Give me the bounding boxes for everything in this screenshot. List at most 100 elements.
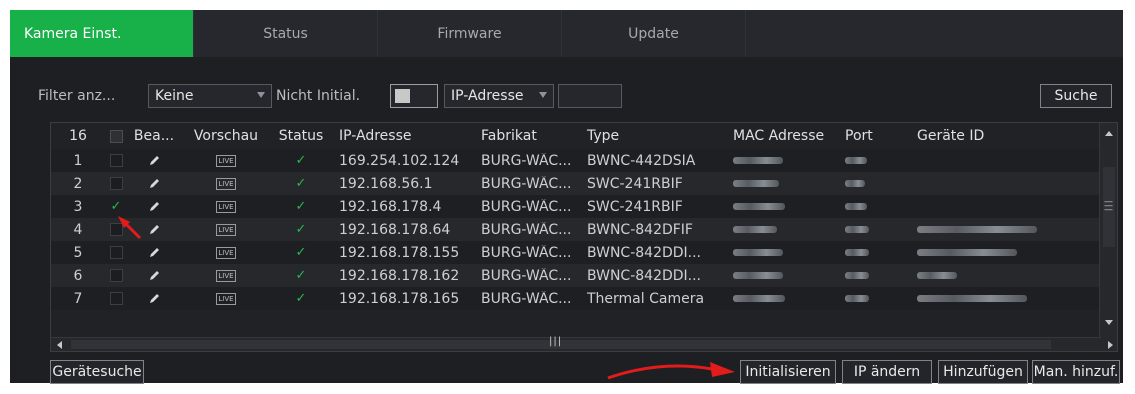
edit-cell [127,246,181,259]
tab-firmware[interactable]: Firmware [378,10,562,57]
table-row[interactable]: 4 LIVE ✓ 192.168.178.64 BURG-WÄC... BWNC… [51,218,1117,241]
type-cell: BWNC-842DFIF [587,221,693,238]
scroll-up-icon[interactable] [1105,131,1113,136]
col-type[interactable]: Type [583,128,729,144]
change-ip-button[interactable]: IP ändern [842,360,932,384]
redacted-port [845,226,869,233]
status-cell: ✓ [271,154,331,167]
row-number: 7 [73,290,83,307]
edit-icon[interactable] [148,200,161,213]
filter-select[interactable]: Keine [148,84,272,108]
live-preview-icon[interactable]: LIVE [216,154,236,167]
table-row[interactable]: 7 LIVE ✓ 192.168.178.165 BURG-WÄC... The… [51,287,1117,310]
row-number: 2 [73,175,83,192]
ip-address-cell: 192.168.178.155 [339,244,460,261]
tab-update[interactable]: Update [562,10,746,57]
table-row[interactable]: 1 LIVE ✓ 169.254.102.124 BURG-WÄC... BWN… [51,149,1117,172]
col-manufacturer[interactable]: Fabrikat [477,128,583,144]
live-preview-icon[interactable]: LIVE [216,200,236,213]
col-status[interactable]: Status [271,128,331,144]
live-preview-icon[interactable]: LIVE [216,177,236,190]
mac-address-cell [729,153,841,169]
initialize-button[interactable]: Initialisieren [740,360,836,384]
manual-add-button[interactable]: Man. hinzuf. [1032,360,1120,384]
ip-address-select-value: IP-Adresse [451,88,524,104]
col-preview[interactable]: Vorschau [181,128,271,144]
manufacturer-cell: BURG-WÄC... [481,290,572,307]
tab-camera-settings[interactable]: Kamera Einst. [10,10,194,57]
device-id-cell [913,245,1091,261]
live-preview-icon[interactable]: LIVE [216,292,236,305]
col-edit[interactable]: Bea... [127,128,181,144]
status-cell: ✓ [271,223,331,236]
vertical-scrollbar[interactable]: — — — [1099,123,1117,351]
redacted-device-id [917,295,1027,302]
preview-cell: LIVE [181,154,271,167]
live-preview-icon[interactable]: LIVE [216,269,236,282]
filter-select-value: Keine [155,88,194,104]
filter-label: Filter anz... [38,88,116,104]
port-cell [841,153,913,169]
status-ok-icon: ✓ [295,154,307,167]
col-ip-address[interactable]: IP-Adresse [331,128,477,144]
ip-address-select[interactable]: IP-Adresse [444,84,554,108]
edit-icon[interactable] [148,223,161,236]
table-row[interactable]: 2 LIVE ✓ 192.168.56.1 BURG-WÄC... SWC-24… [51,172,1117,195]
table-row[interactable]: 6 LIVE ✓ 192.168.178.162 BURG-WÄC... BWN… [51,264,1117,287]
mac-address-cell [729,199,841,215]
row-checkbox-cell [105,177,127,190]
horizontal-scrollbar[interactable]: ||| [51,336,1113,351]
row-number: 1 [73,152,83,169]
row-number: 4 [73,221,83,238]
add-button[interactable]: Hinzufügen [938,360,1028,384]
col-port[interactable]: Port [841,128,913,144]
not-initialized-toggle[interactable] [390,84,438,108]
table-row[interactable]: 3 ✓ LIVE ✓ 192.168.178.4 BURG-WÄC... SWC… [51,195,1117,218]
edit-icon[interactable] [148,154,161,167]
manufacturer-cell: BURG-WÄC... [481,267,572,284]
mac-address-cell [729,176,841,192]
live-preview-icon[interactable]: LIVE [216,223,236,236]
type-cell: BWNC-842DDI... [587,244,702,261]
redacted-port [845,157,867,164]
type-cell: SWC-241RBIF [587,175,683,192]
edit-icon[interactable] [148,246,161,259]
row-checkbox-cell [105,154,127,167]
row-number: 6 [73,267,83,284]
port-cell [841,245,913,261]
tab-status[interactable]: Status [194,10,378,57]
scroll-left-icon[interactable] [57,341,62,349]
live-preview-icon[interactable]: LIVE [216,246,236,259]
table-row[interactable]: 5 LIVE ✓ 192.168.178.155 BURG-WÄC... BWN… [51,241,1117,264]
grip-icon: — — — [1104,197,1113,215]
search-input[interactable] [558,84,622,108]
row-checkbox-checked[interactable]: ✓ [111,200,122,213]
scroll-right-icon[interactable] [1108,341,1113,349]
redacted-mac [733,272,783,279]
edit-icon[interactable] [148,177,161,190]
select-all-checkbox[interactable] [109,129,123,143]
redacted-mac [733,249,783,256]
row-checkbox[interactable] [109,292,123,305]
row-checkbox[interactable] [109,177,123,190]
edit-icon[interactable] [148,292,161,305]
manufacturer-cell: BURG-WÄC... [481,221,572,238]
edit-cell [127,223,181,236]
scroll-down-icon[interactable] [1105,320,1113,325]
chevron-down-icon [539,92,547,98]
row-checkbox[interactable] [109,269,123,282]
edit-cell [127,292,181,305]
row-checkbox[interactable] [109,246,123,259]
col-mac-address[interactable]: MAC Adresse [729,128,841,144]
row-checkbox[interactable] [109,223,123,236]
device-search-button[interactable]: Gerätesuche [50,360,144,384]
search-button[interactable]: Suche [1040,84,1112,108]
row-number: 3 [73,198,83,215]
port-cell [841,176,913,192]
status-ok-icon: ✓ [295,246,307,259]
col-device-id[interactable]: Geräte ID [913,128,1091,144]
row-checkbox[interactable] [109,154,123,167]
status-ok-icon: ✓ [295,200,307,213]
device-id-cell [913,222,1091,238]
edit-icon[interactable] [148,269,161,282]
